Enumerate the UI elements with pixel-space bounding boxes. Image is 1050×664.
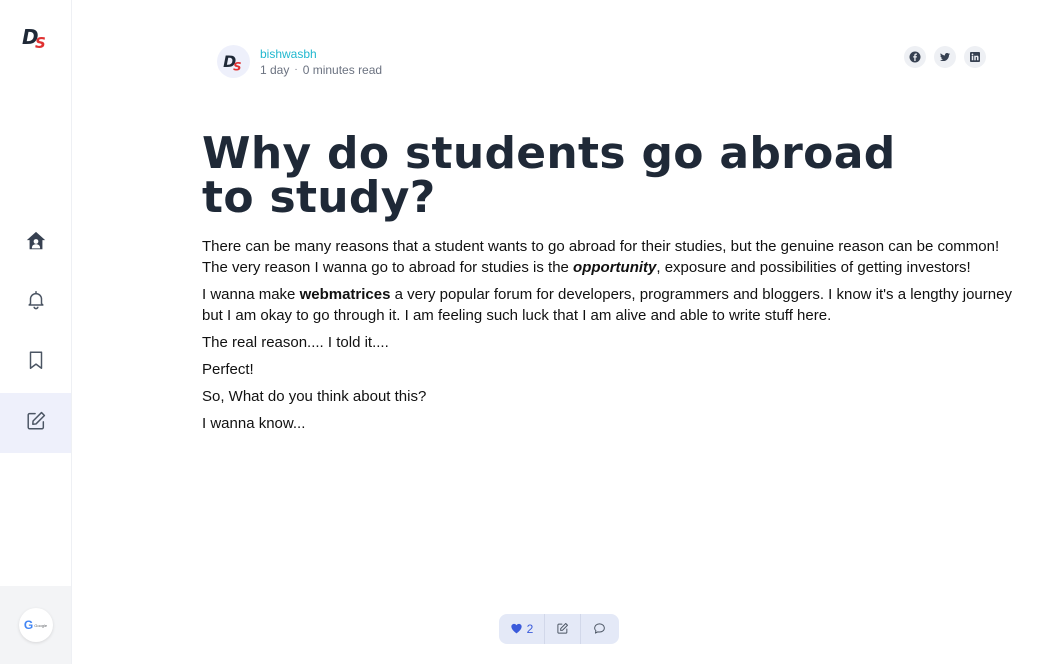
author-meta: 1 day · 0 minutes read: [260, 62, 382, 78]
twitter-icon: [939, 48, 951, 67]
author-name[interactable]: bishwasbh: [260, 46, 382, 62]
avatar[interactable]: D S: [217, 45, 250, 78]
emphasis-text: opportunity: [573, 259, 657, 276]
paragraph-text: , exposure and possibilities of getting …: [656, 259, 971, 276]
home-user-icon: [25, 230, 47, 256]
sidebar-item-home[interactable]: [0, 213, 71, 273]
facebook-icon: [909, 48, 921, 67]
bell-icon: [25, 289, 47, 315]
sidebar-item-bookmarks[interactable]: [0, 332, 71, 392]
sidebar-item-write[interactable]: [0, 393, 71, 453]
article-paragraph: The real reason.... I told it....: [202, 334, 389, 351]
share-buttons: [904, 46, 986, 68]
svg-text:S: S: [35, 34, 46, 50]
post-age: 1 day: [260, 62, 290, 77]
article-paragraph: I wanna make webmatrices a very popular …: [202, 284, 1012, 326]
share-facebook-button[interactable]: [904, 46, 926, 68]
sidebar-footer: G Google: [0, 586, 71, 664]
article-body: There can be many reasons that a student…: [202, 236, 1012, 440]
article-paragraph: There can be many reasons that a student…: [202, 236, 1012, 278]
svg-text:S: S: [233, 59, 241, 72]
sidebar: D S G Google: [0, 0, 72, 664]
strong-text: webmatrices: [299, 286, 391, 303]
app-logo[interactable]: D S: [22, 25, 50, 52]
author-info: bishwasbh 1 day · 0 minutes read: [260, 46, 382, 78]
article-title: Why do students go abroad to study?: [202, 128, 896, 223]
google-login-button[interactable]: G Google: [18, 608, 53, 642]
author-header: D S bishwasbh 1 day · 0 minutes read: [217, 45, 382, 78]
comment-icon: [593, 620, 606, 639]
comment-button[interactable]: [581, 614, 617, 644]
linkedin-icon: [969, 48, 981, 67]
like-count: 2: [526, 622, 534, 636]
sidebar-item-notifications[interactable]: [0, 272, 71, 332]
edit-button[interactable]: [545, 614, 581, 644]
google-icon: G: [23, 618, 34, 632]
article-action-bar: 2: [499, 614, 619, 644]
paragraph-text: I wanna make: [202, 286, 300, 303]
meta-separator: ·: [294, 63, 298, 75]
bookmark-icon: [25, 349, 47, 375]
edit-icon: [556, 620, 569, 639]
heart-icon: [510, 620, 523, 639]
like-button[interactable]: 2: [499, 614, 545, 644]
share-twitter-button[interactable]: [934, 46, 956, 68]
article-paragraph: Perfect!: [202, 361, 254, 378]
article-paragraph: I wanna know...: [202, 415, 306, 432]
edit-icon: [25, 410, 47, 436]
article-paragraph: So, What do you think about this?: [202, 388, 427, 405]
google-label: Google: [34, 622, 48, 628]
share-linkedin-button[interactable]: [964, 46, 986, 68]
read-time: 0 minutes read: [302, 62, 383, 77]
